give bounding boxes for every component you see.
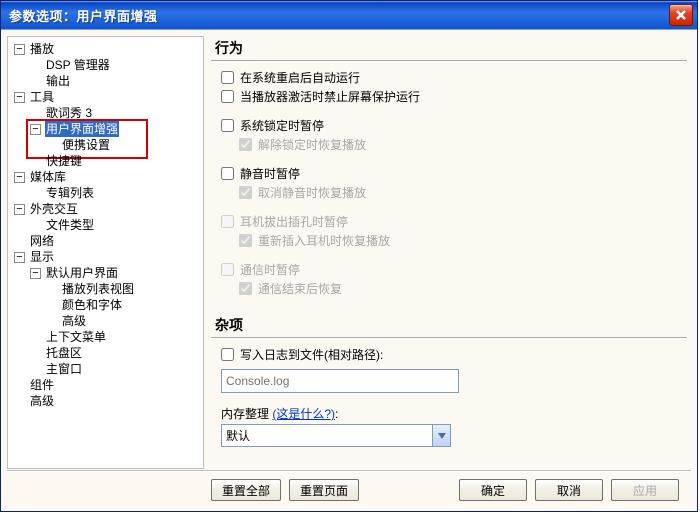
tree-node-components[interactable]: 组件 [29,377,55,393]
nav-tree[interactable]: −播放 DSP 管理器 输出 −工具 歌词秀 3 −用户界面增强 [7,36,204,469]
opt-commpause: 通信时暂停 [221,261,687,278]
collapse-icon[interactable]: − [14,92,25,103]
apply-button: 应用 [611,479,679,501]
tree-node-colors[interactable]: 颜色和字体 [61,297,123,313]
opt-lockpause-sub: 解除锁定时恢复播放 [239,136,687,153]
checkbox [239,186,252,199]
opt-mutepause-sub: 取消静音时恢复播放 [239,184,687,201]
window-title: 参数选项：用户界面增强 [9,6,669,25]
divider [211,337,687,338]
cancel-button[interactable]: 取消 [535,479,603,501]
tree-node-shell[interactable]: 外壳交互 [29,201,79,217]
opt-log[interactable]: 写入日志到文件(相对路径): [221,346,687,363]
checkbox[interactable] [221,348,234,361]
client-area: −播放 DSP 管理器 输出 −工具 歌词秀 3 −用户界面增强 [1,29,697,511]
tree-node-network[interactable]: 网络 [29,233,55,249]
whats-this-link[interactable]: (这是什么?) [272,407,335,421]
checkbox[interactable] [221,90,234,103]
button-bar: 重置全部 重置页面 确定 取消 应用 [211,477,687,503]
reset-all-button[interactable]: 重置全部 [211,479,281,501]
tree-node-plview[interactable]: 播放列表视图 [61,281,135,297]
section-misc-title: 杂项 [215,315,687,335]
close-button[interactable] [669,4,693,26]
opt-screensaver[interactable]: 当播放器激活时禁止屏幕保护运行 [221,88,687,105]
tree-node-tray[interactable]: 托盘区 [45,345,83,361]
ok-button[interactable]: 确定 [459,479,527,501]
checkbox[interactable] [221,167,234,180]
mem-label: 内存整理 (这是什么?): [221,405,687,422]
tree-node-hotkeys[interactable]: 快捷键 [45,153,83,169]
divider [211,60,687,61]
checkbox [239,234,252,247]
reset-page-button[interactable]: 重置页面 [289,479,359,501]
tree-node-adv[interactable]: 高级 [61,313,87,329]
bottom-divider [7,470,691,471]
tree-node-lyrics[interactable]: 歌词秀 3 [45,105,93,121]
tree-node-albums[interactable]: 专辑列表 [45,185,95,201]
tree-node-ftype[interactable]: 文件类型 [45,217,95,233]
opt-commpause-sub: 通信结束后恢复 [239,280,687,297]
mem-combo[interactable]: 默认 [221,424,451,447]
opt-lockpause[interactable]: 系统锁定时暂停 [221,117,687,134]
tree-node-playback[interactable]: 播放 [29,41,55,57]
collapse-icon[interactable]: − [14,44,25,55]
preferences-window: 参数选项：用户界面增强 −播放 DSP 管理器 输出 −工具 歌词秀 3 [0,0,698,512]
tree-node-display[interactable]: 显示 [29,249,55,265]
tree-node-mainwin[interactable]: 主窗口 [45,361,83,377]
collapse-icon[interactable]: − [14,252,25,263]
checkbox[interactable] [221,71,234,84]
tree-node-tools[interactable]: 工具 [29,89,55,105]
tree-node-output[interactable]: 输出 [45,73,71,89]
checkbox [239,138,252,151]
checkbox [239,282,252,295]
tree-node-defui[interactable]: 默认用户界面 [45,265,119,281]
close-icon [676,10,686,20]
tree-node-advanced[interactable]: 高级 [29,393,55,409]
opt-mutepause[interactable]: 静音时暂停 [221,165,687,182]
log-path-input [221,369,459,393]
chevron-down-icon [438,433,446,439]
checkbox [221,263,234,276]
collapse-icon[interactable]: − [14,204,25,215]
opt-autorun[interactable]: 在系统重启后自动运行 [221,69,687,86]
combo-button[interactable] [432,425,450,446]
checkbox[interactable] [221,119,234,132]
opt-hpunplug-sub: 重新插入耳机时恢复播放 [239,232,687,249]
tree-node-uie[interactable]: 用户界面增强 [45,121,119,137]
opt-hpunplug: 耳机拔出插孔时暂停 [221,213,687,230]
tree-node-library[interactable]: 媒体库 [29,169,67,185]
collapse-icon[interactable]: − [30,124,41,135]
tree-node-ctxmenu[interactable]: 上下文菜单 [45,329,107,345]
collapse-icon[interactable]: − [30,268,41,279]
title-bar[interactable]: 参数选项：用户界面增强 [1,1,697,29]
checkbox [221,215,234,228]
combo-value: 默认 [222,427,432,444]
tree-node-portable[interactable]: 便携设置 [61,137,111,153]
content-pane: 行为 在系统重启后自动运行 当播放器激活时禁止屏幕保护运行 系统锁定时暂停 解除… [211,36,687,469]
section-behavior-title: 行为 [215,38,687,58]
tree-node-dsp[interactable]: DSP 管理器 [45,57,111,73]
collapse-icon[interactable]: − [14,172,25,183]
